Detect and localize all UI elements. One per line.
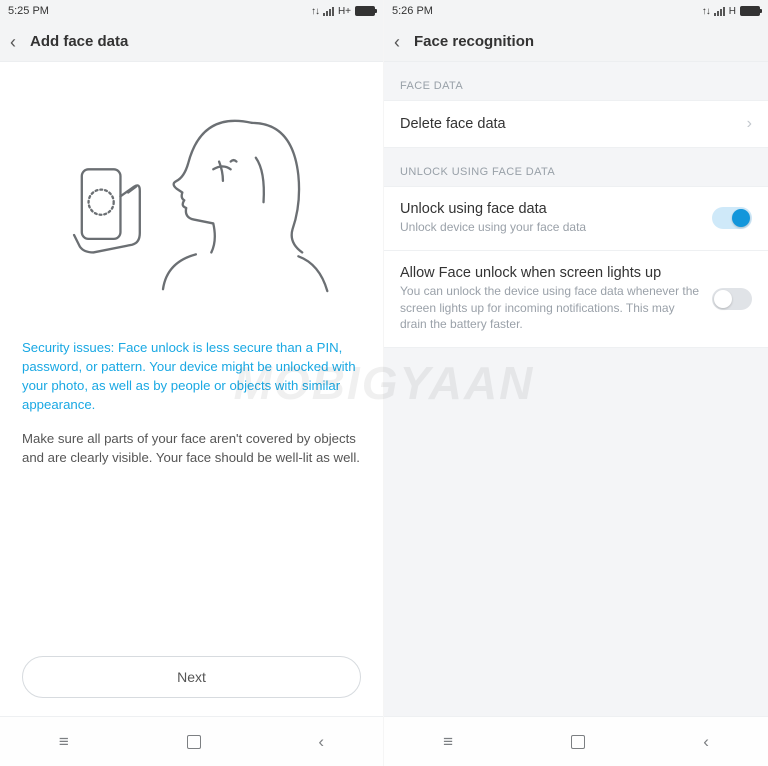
section-header-unlock: UNLOCK USING FACE DATA — [384, 148, 768, 186]
header-bar: ‹ Face recognition — [384, 22, 768, 62]
nav-recents-icon[interactable]: ≡ — [59, 732, 69, 752]
row-label: Unlock using face data — [400, 201, 700, 217]
battery-icon — [355, 6, 375, 16]
status-bar: 5:25 PM ↑↓ H+ — [0, 0, 383, 22]
battery-icon — [740, 6, 760, 16]
screen-add-face-data: 5:25 PM ↑↓ H+ ‹ Add face data — [0, 0, 384, 766]
network-label: H+ — [338, 6, 351, 17]
signal-icon — [323, 6, 334, 16]
row-unlock-using-face-data[interactable]: Unlock using face data Unlock device usi… — [384, 186, 768, 251]
next-button-label: Next — [177, 669, 206, 685]
signal-icon — [714, 6, 725, 16]
network-label: H — [729, 6, 736, 17]
header-bar: ‹ Add face data — [0, 22, 383, 62]
toggle-unlock-face-data[interactable] — [712, 207, 752, 229]
screen-face-recognition: 5:26 PM ↑↓ H ‹ Face recognition FACE DAT… — [384, 0, 768, 766]
security-warning-text: Security issues: Face unlock is less sec… — [22, 338, 361, 415]
nav-bar: ≡ ‹ — [384, 716, 768, 766]
row-sublabel: Unlock device using your face data — [400, 219, 700, 236]
nav-back-icon[interactable]: ‹ — [318, 732, 324, 752]
visibility-tip-text: Make sure all parts of your face aren't … — [22, 429, 361, 467]
status-bar: 5:26 PM ↑↓ H — [384, 0, 768, 22]
next-button[interactable]: Next — [22, 656, 361, 698]
nav-home-icon[interactable] — [187, 735, 201, 749]
nav-recents-icon[interactable]: ≡ — [443, 732, 453, 752]
nav-home-icon[interactable] — [571, 735, 585, 749]
back-icon[interactable]: ‹ — [10, 33, 16, 51]
status-right-cluster: ↑↓ H — [702, 6, 760, 17]
status-right-cluster: ↑↓ H+ — [311, 6, 375, 17]
nav-back-icon[interactable]: ‹ — [703, 732, 709, 752]
page-title: Face recognition — [414, 33, 534, 50]
face-illustration — [22, 84, 361, 330]
row-delete-face-data[interactable]: Delete face data › — [384, 100, 768, 148]
data-transfer-icon: ↑↓ — [702, 6, 710, 17]
row-label: Delete face data — [400, 116, 735, 132]
toggle-allow-face-unlock[interactable] — [712, 288, 752, 310]
status-time: 5:25 PM — [8, 5, 49, 17]
row-sublabel: You can unlock the device using face dat… — [400, 283, 700, 333]
chevron-right-icon: › — [747, 115, 752, 133]
nav-bar: ≡ ‹ — [0, 716, 383, 766]
data-transfer-icon: ↑↓ — [311, 6, 319, 17]
section-header-face-data: FACE DATA — [384, 62, 768, 100]
row-allow-face-unlock-screen-on[interactable]: Allow Face unlock when screen lights up … — [384, 251, 768, 348]
back-icon[interactable]: ‹ — [394, 33, 400, 51]
status-time: 5:26 PM — [392, 5, 433, 17]
row-label: Allow Face unlock when screen lights up — [400, 265, 700, 281]
settings-list: FACE DATA Delete face data › UNLOCK USIN… — [384, 62, 768, 766]
page-title: Add face data — [30, 33, 128, 50]
